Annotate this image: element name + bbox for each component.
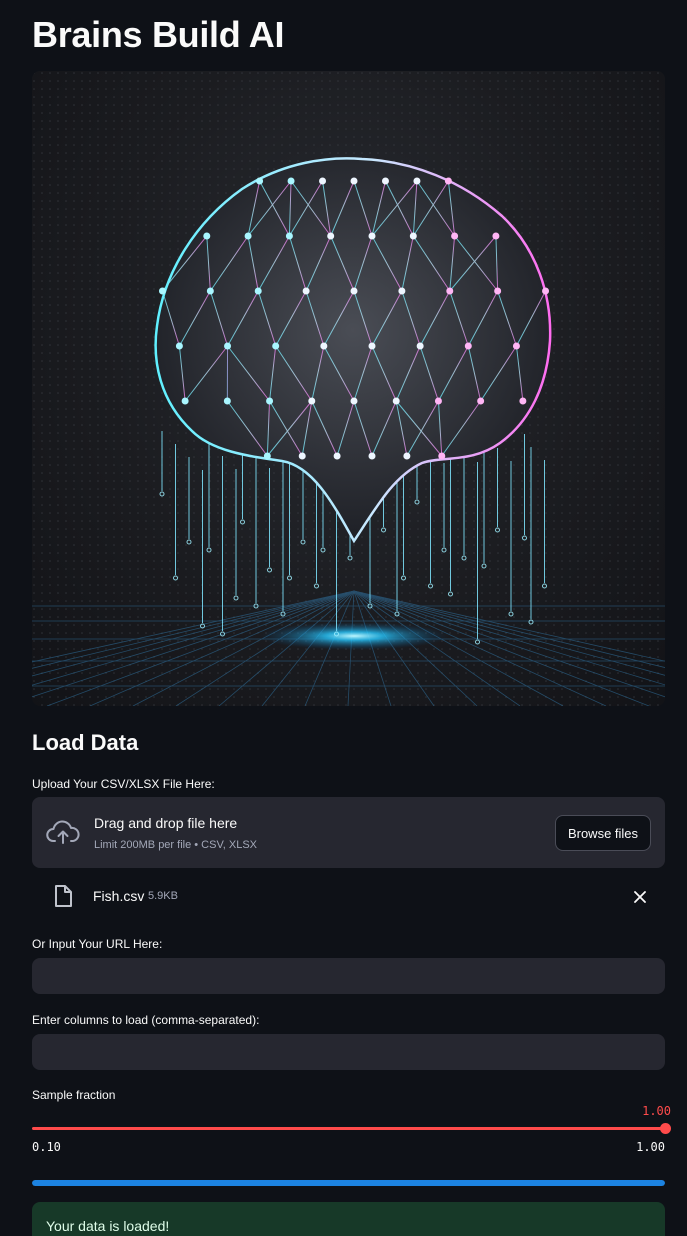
success-alert: Your data is loaded! — [32, 1202, 665, 1236]
slider-current-value: 1.00 — [642, 1104, 671, 1118]
progress-bar — [32, 1180, 665, 1186]
page-title: Brains Build AI — [32, 14, 285, 55]
success-message: Your data is loaded! — [46, 1218, 170, 1234]
cloud-upload-icon — [46, 820, 80, 844]
file-dropzone[interactable]: Drag and drop file here Limit 200MB per … — [32, 797, 665, 868]
dropzone-limit: Limit 200MB per file • CSV, XLSX — [94, 839, 258, 851]
uploaded-file-item: Fish.csv 5.9KB — [32, 880, 665, 914]
close-icon[interactable] — [631, 888, 649, 906]
slider-max-value: 1.00 — [636, 1140, 665, 1154]
browse-files-button[interactable]: Browse files — [555, 815, 651, 851]
dropzone-title: Drag and drop file here — [94, 815, 238, 831]
brain-network-illustration — [32, 71, 665, 706]
uploaded-file-name: Fish.csv — [93, 888, 145, 904]
url-input-label: Or Input Your URL Here: — [32, 937, 163, 951]
hero-image — [32, 71, 665, 706]
columns-input[interactable] — [32, 1034, 665, 1070]
sample-fraction-slider-track[interactable] — [32, 1127, 665, 1130]
upload-label: Upload Your CSV/XLSX File Here: — [32, 777, 215, 791]
progress-bar-fill — [32, 1180, 665, 1186]
sample-fraction-label: Sample fraction — [32, 1088, 116, 1102]
slider-min-value: 0.10 — [32, 1140, 61, 1154]
file-icon — [55, 885, 72, 907]
columns-input-label: Enter columns to load (comma-separated): — [32, 1013, 260, 1027]
uploaded-file-size: 5.9KB — [148, 890, 178, 902]
section-title-load-data: Load Data — [32, 730, 139, 755]
sample-fraction-slider-thumb[interactable] — [660, 1123, 671, 1134]
url-input[interactable] — [32, 958, 665, 994]
